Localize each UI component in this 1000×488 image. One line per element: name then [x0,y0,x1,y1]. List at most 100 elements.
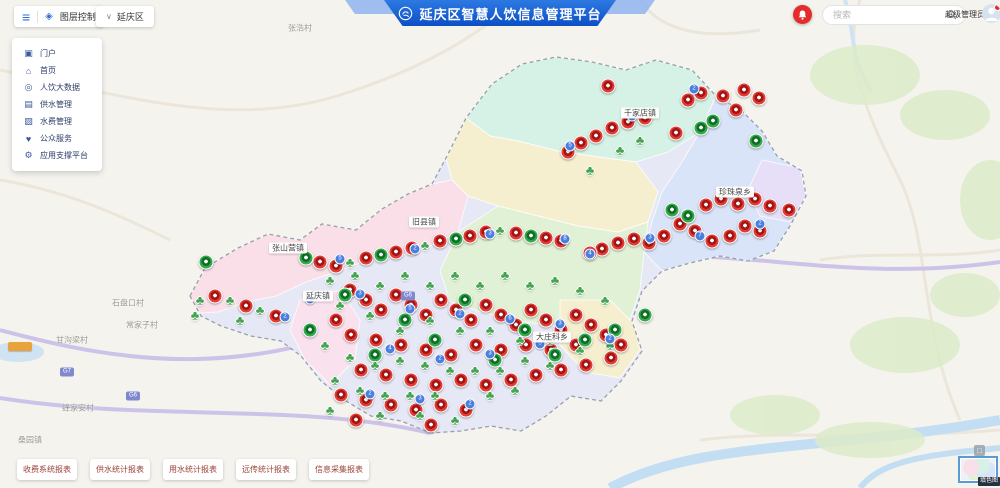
marker-red-station[interactable] [389,245,404,260]
marker-village-cluster[interactable]: ♣ [356,384,365,397]
marker-red-station[interactable] [604,351,619,366]
marker-green-station[interactable] [749,134,764,149]
marker-count-badge[interactable]: 2 [605,334,616,345]
marker-village-cluster[interactable]: ♣ [486,324,495,337]
marker-red-station[interactable] [404,373,419,388]
marker-village-cluster[interactable]: ♣ [526,279,535,292]
sidebar-item-public-service[interactable]: ♥ 公众服务 [12,130,102,147]
report-button-collection[interactable]: 信息采集报表 [309,459,369,480]
avatar[interactable] [982,4,1000,23]
marker-green-station[interactable] [449,232,464,247]
marker-count-badge[interactable]: 5 [565,141,576,152]
marker-village-cluster[interactable]: ♣ [451,269,460,282]
marker-red-station[interactable] [379,368,394,383]
marker-red-station[interactable] [208,289,223,304]
marker-village-cluster[interactable]: ♣ [426,314,435,327]
marker-green-station[interactable] [665,203,680,218]
marker-green-station[interactable] [706,114,721,129]
marker-village-cluster[interactable]: ♣ [331,374,340,387]
marker-village-cluster[interactable]: ♣ [471,364,480,377]
marker-count-badge[interactable]: 3 [645,233,656,244]
marker-village-cluster[interactable]: ♣ [396,354,405,367]
marker-red-station[interactable] [479,298,494,313]
marker-red-station[interactable] [329,313,344,328]
sidebar-item-app-platform[interactable]: ⚙ 应用支撑平台 [12,147,102,164]
marker-village-cluster[interactable]: ♣ [431,389,440,402]
marker-count-badge[interactable]: 7 [695,231,706,242]
marker-village-cluster[interactable]: ♣ [196,294,205,307]
marker-village-cluster[interactable]: ♣ [601,294,610,307]
sidebar-item-water-fee[interactable]: ▨ 水费管理 [12,113,102,130]
marker-red-station[interactable] [699,198,714,213]
marker-red-station[interactable] [424,418,439,433]
marker-count-badge[interactable]: 2 [365,389,376,400]
marker-count-badge[interactable]: 2 [410,244,421,255]
marker-red-station[interactable] [469,338,484,353]
marker-count-badge[interactable]: 5 [335,254,346,265]
marker-red-station[interactable] [763,199,778,214]
region-selector[interactable]: ∨ 延庆区 [96,6,154,27]
marker-red-station[interactable] [359,251,374,266]
marker-red-station[interactable] [752,91,767,106]
marker-count-badge[interactable]: 3 [485,229,496,240]
marker-village-cluster[interactable]: ♣ [236,314,245,327]
marker-village-cluster[interactable]: ♣ [381,389,390,402]
marker-village-cluster[interactable]: ♣ [421,359,430,372]
marker-village-cluster[interactable]: ♣ [521,354,530,367]
marker-red-station[interactable] [605,121,620,136]
marker-village-cluster[interactable]: ♣ [446,364,455,377]
marker-red-station[interactable] [464,313,479,328]
marker-red-station[interactable] [529,368,544,383]
marker-village-cluster[interactable]: ♣ [586,164,595,177]
marker-village-cluster[interactable]: ♣ [476,279,485,292]
marker-village-cluster[interactable]: ♣ [366,309,375,322]
report-button-billing[interactable]: 收费系统报表 [17,459,77,480]
marker-village-cluster[interactable]: ♣ [636,134,645,147]
marker-green-station[interactable] [199,255,214,270]
marker-village-cluster[interactable]: ♣ [336,299,345,312]
marker-red-station[interactable] [579,358,594,373]
marker-red-station[interactable] [584,318,599,333]
marker-red-station[interactable] [334,388,349,403]
marker-village-cluster[interactable]: ♣ [351,269,360,282]
marker-count-badge[interactable]: 8 [560,234,571,245]
marker-red-station[interactable] [463,229,478,244]
marker-green-station[interactable] [428,333,443,348]
report-button-usage[interactable]: 用水统计报表 [163,459,223,480]
marker-village-cluster[interactable]: ♣ [426,279,435,292]
marker-village-cluster[interactable]: ♣ [516,334,525,347]
marker-village-cluster[interactable]: ♣ [496,364,505,377]
marker-count-badge[interactable]: 5 [405,304,416,315]
search-input[interactable] [831,9,943,21]
marker-village-cluster[interactable]: ♣ [371,359,380,372]
marker-red-station[interactable] [524,303,539,318]
sidebar-item-water-supply[interactable]: ▤ 供水管理 [12,96,102,113]
layer-control-button[interactable]: 图层控制 [60,10,96,23]
marker-red-station[interactable] [239,299,254,314]
report-button-supply[interactable]: 供水统计报表 [90,459,150,480]
marker-red-station[interactable] [433,234,448,249]
marker-red-station[interactable] [369,333,384,348]
marker-village-cluster[interactable]: ♣ [456,324,465,337]
marker-red-station[interactable] [738,219,753,234]
marker-red-station[interactable] [454,373,469,388]
sidebar-item-home[interactable]: ⌂ 首页 [12,62,102,79]
admin-role-label[interactable]: 超级管理员 [945,9,985,20]
marker-village-cluster[interactable]: ♣ [501,269,510,282]
marker-village-cluster[interactable]: ♣ [421,239,430,252]
marker-red-station[interactable] [737,83,752,98]
marker-count-badge[interactable]: 4 [385,344,396,355]
marker-red-station[interactable] [313,255,328,270]
marker-village-cluster[interactable]: ♣ [416,409,425,422]
marker-village-cluster[interactable]: ♣ [576,284,585,297]
marker-count-badge[interactable]: 3 [415,394,426,405]
marker-red-station[interactable] [723,229,738,244]
marker-red-station[interactable] [627,232,642,247]
marker-green-station[interactable] [303,323,318,338]
marker-village-cluster[interactable]: ♣ [496,224,505,237]
marker-red-station[interactable] [539,313,554,328]
marker-village-cluster[interactable]: ♣ [326,404,335,417]
marker-red-station[interactable] [731,197,746,212]
marker-red-station[interactable] [729,103,744,118]
marker-red-station[interactable] [349,413,364,428]
